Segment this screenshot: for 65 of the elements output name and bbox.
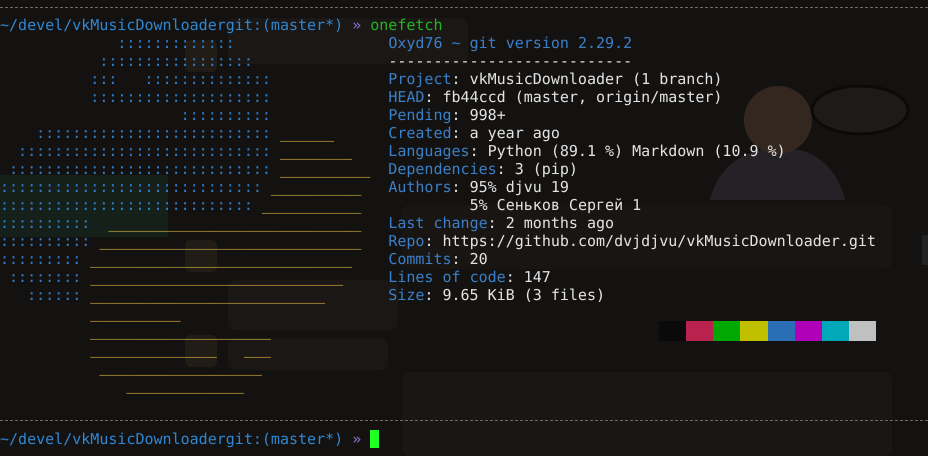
logo-dots: :::::::::: — [0, 214, 90, 232]
field-label: Created: — [388, 124, 461, 142]
field-label: Last change: — [388, 214, 497, 232]
field-value: 95% djvu 19 — [470, 178, 569, 196]
logo-bars: ____________________________ — [108, 214, 362, 232]
logo-bars: ________ — [280, 142, 352, 160]
logo-dots: :::::::::::::::::::::::::: — [36, 124, 271, 142]
logo-dots: ::::::::: — [0, 250, 82, 268]
logo-dots: :::::::::::::::::::: — [90, 88, 271, 106]
separator-line: --------------------------- — [388, 52, 632, 70]
field-label: HEAD: — [388, 88, 434, 106]
cursor — [370, 430, 380, 448]
logo-bars: ____________________________ — [90, 268, 344, 286]
logo-dots: ::: — [90, 70, 118, 88]
logo-dots: :::::: — [27, 286, 82, 304]
field-value: Python (89.1 %) Markdown (10.9 %) — [488, 142, 786, 160]
logo-bars: ___________ — [262, 196, 362, 214]
field-value: 9.65 KiB (3 files) — [442, 286, 606, 304]
field-value: 5% Сеньков Сергей 1 — [470, 196, 642, 214]
field-value: 147 — [524, 268, 551, 286]
field-value: fb44ccd (master, origin/master) — [442, 88, 722, 106]
field-label: Commits: — [388, 250, 461, 268]
logo-dots: :::::::::::::::::::::::::::: — [18, 142, 271, 160]
prompt-path: ~/devel/vkMusicDownloadergit:(master*) — [0, 16, 344, 34]
field-value: vkMusicDownloader (1 branch) — [470, 70, 722, 88]
logo-bars: __________ — [280, 160, 370, 178]
logo-dots: :::::::: — [9, 268, 82, 286]
logo-bars: __________ — [90, 304, 181, 322]
field-value: 3 (pip) — [514, 160, 578, 178]
prompt-arrow: » — [352, 16, 362, 34]
logo-bars: ______________ — [90, 340, 217, 358]
logo-dots: :::::::::::::: — [144, 70, 271, 88]
field-label: Pending: — [388, 106, 461, 124]
prompt-arrow: » — [352, 430, 362, 448]
field-value: a year ago — [470, 124, 560, 142]
field-label: Languages: — [388, 142, 479, 160]
logo-bars: __________________ — [99, 358, 262, 376]
logo-dots: ::::::::::::::::: — [99, 52, 253, 70]
logo-bars: _____________________________ — [99, 232, 362, 250]
field-value: 2 months ago — [506, 214, 614, 232]
logo-bars: _____________________________ — [90, 250, 352, 268]
field-label: Authors: — [388, 178, 461, 196]
logo-dots: ::::::::::::::::::::::::::::: — [9, 160, 271, 178]
command-text: onefetch — [370, 16, 442, 34]
logo-bars: ______ — [280, 124, 334, 142]
logo-dots: :::::::::::::::::::::::::::: — [0, 196, 253, 214]
logo-dots: :::::::::: — [0, 232, 90, 250]
logo-bars: ___ — [244, 340, 271, 358]
logo-bars: _____________ — [126, 376, 244, 394]
logo-dots: ::::::::::::: — [117, 34, 235, 52]
field-label: Size: — [388, 286, 434, 304]
field-label: Dependencies: — [388, 160, 506, 178]
repo-title: Oxyd76 ~ git version 2.29.2 — [388, 34, 632, 52]
field-value: https://github.com/dvjdjvu/vkMusicDownloader.git — [442, 232, 876, 250]
field-label: Lines of code: — [388, 268, 515, 286]
field-label: Repo: — [388, 232, 434, 250]
logo-bars: __________________________ — [90, 286, 326, 304]
logo-dots: ::::::::::::::::::::::::::::: — [0, 178, 262, 196]
logo-bars: __________ — [270, 178, 362, 196]
prompt-path: ~/devel/vkMusicDownloadergit:(master*) — [0, 430, 344, 448]
logo-bars: ____________________ — [90, 322, 271, 340]
field-value: 998+ — [470, 106, 506, 124]
logo-dots: :::::::::: — [180, 106, 271, 124]
field-value: 20 — [470, 250, 488, 268]
field-label: Project: — [388, 70, 461, 88]
